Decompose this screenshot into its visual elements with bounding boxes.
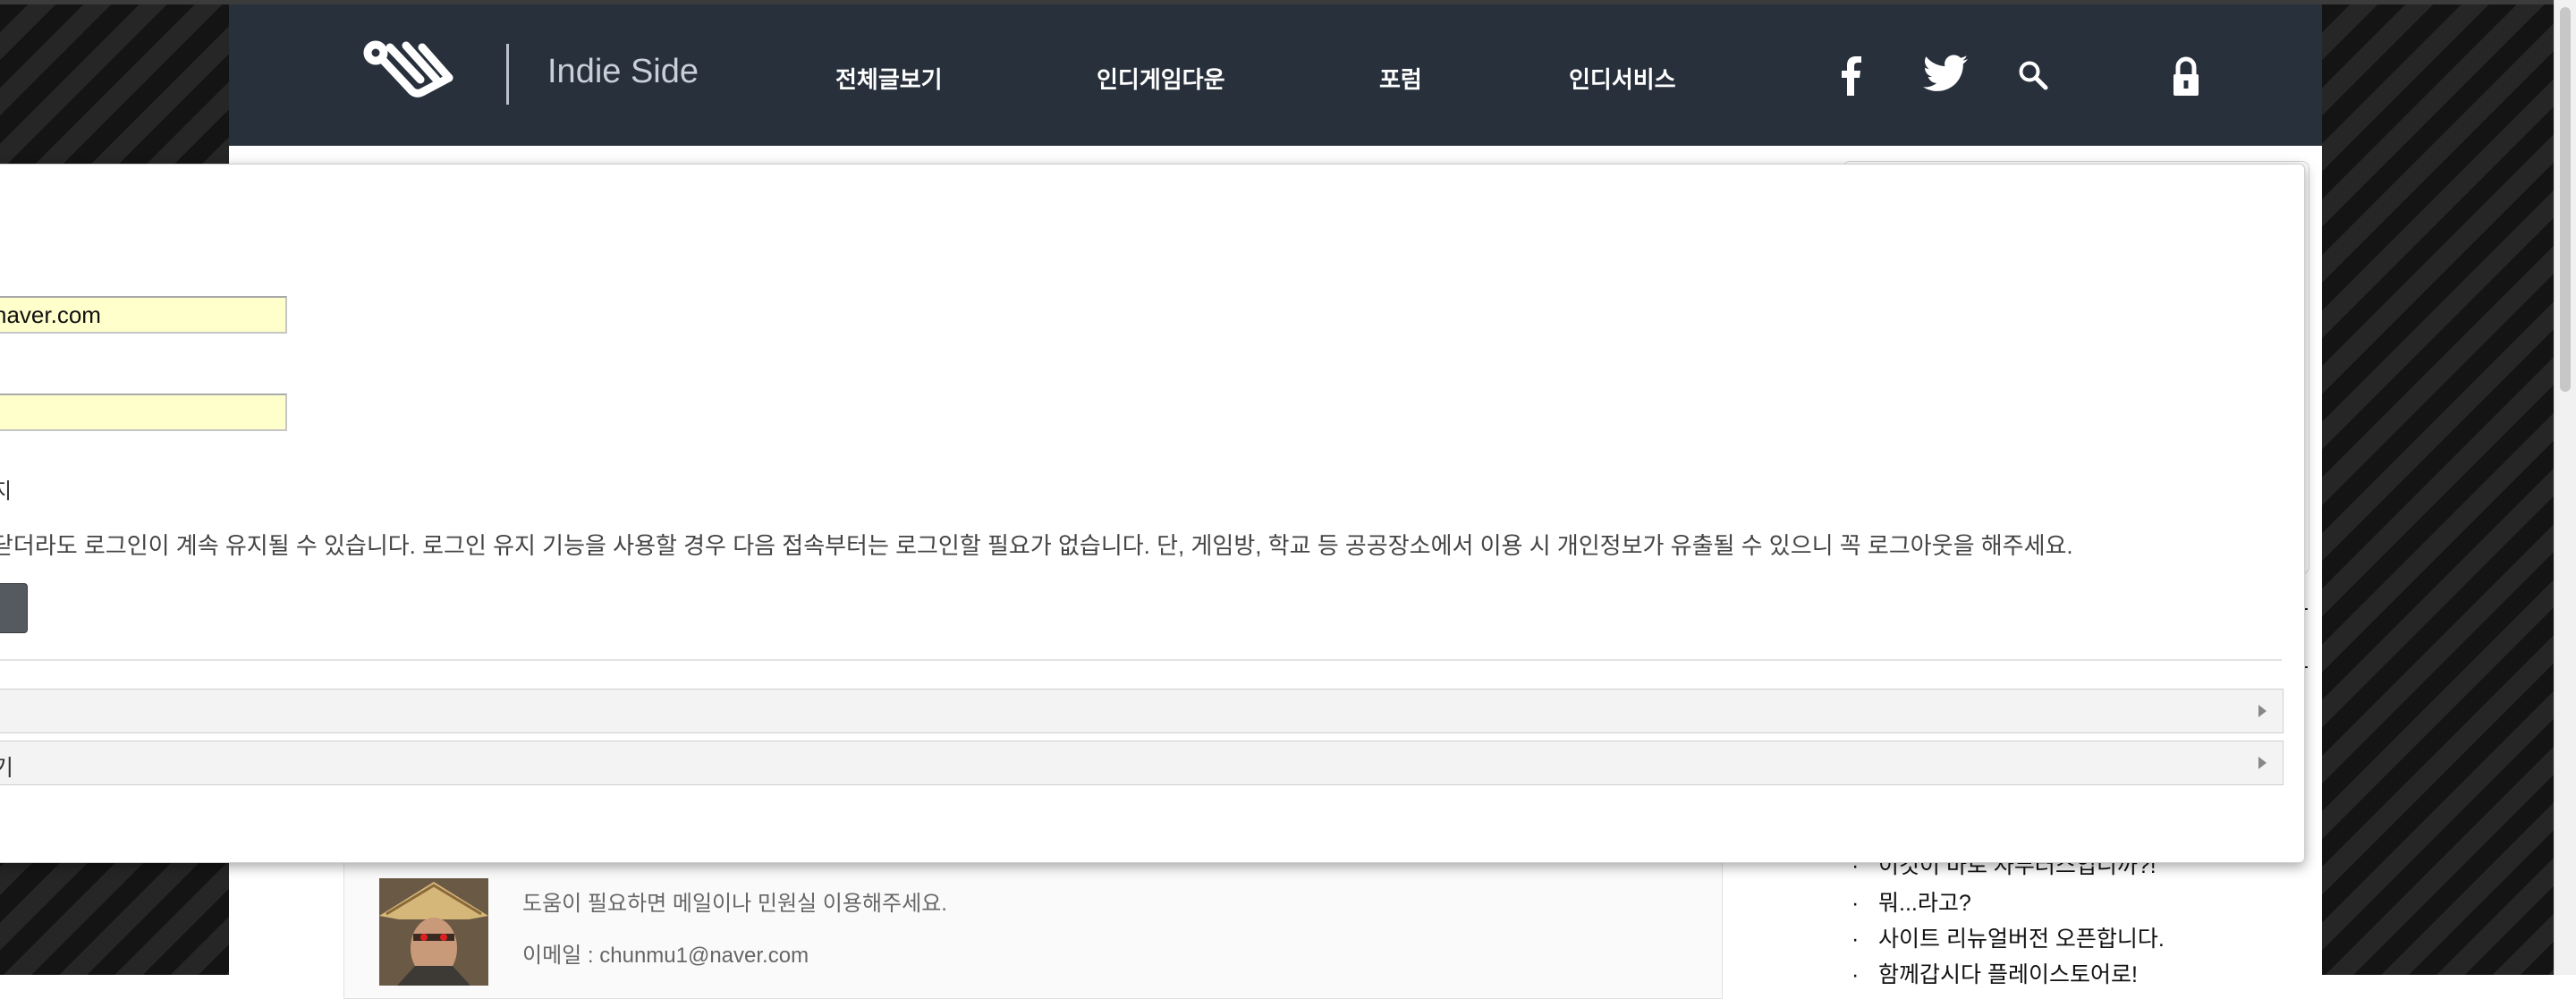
accordion-item[interactable] [0, 689, 2284, 733]
keep-login-label[interactable]: 지 [0, 473, 12, 504]
email-input[interactable] [0, 301, 285, 329]
keep-login-notice: 닫더라도 로그인이 계속 유지될 수 있습니다. 로그인 유지 기능을 사용할 … [0, 532, 2073, 559]
site-header: Indie Side 전체글보기 인디게임다운 포럼 인디서비스 [229, 4, 2322, 146]
page-background-right [2322, 4, 2554, 975]
password-input[interactable] [0, 399, 285, 427]
chevron-right-icon [2258, 757, 2267, 769]
accordion-item[interactable]: 기 [0, 741, 2284, 785]
search-icon[interactable] [2018, 60, 2048, 94]
password-field[interactable] [0, 394, 287, 431]
vertical-scrollbar[interactable] [2554, 0, 2576, 975]
post-title[interactable]: 뭐...라고? [1878, 891, 1971, 916]
nav-forum[interactable]: 포럼 [1379, 62, 1422, 95]
email-field[interactable] [0, 296, 287, 334]
post-title[interactable]: 함께갑시다 플레이스토어로! [1878, 962, 2138, 987]
site-logo-icon[interactable] [363, 38, 460, 106]
profile-help-text: 도움이 필요하면 메일이나 민원실 이용해주세요. [522, 892, 947, 916]
twitter-icon[interactable] [1923, 55, 1968, 96]
logo-divider [506, 44, 509, 105]
login-modal: 지 닫더라도 로그인이 계속 유지될 수 있습니다. 로그인 유지 기능을 사용… [0, 164, 2305, 863]
avatar [379, 878, 488, 986]
list-item[interactable]: · 사이트 리뉴얼버전 오픈합니다. [1852, 921, 2165, 953]
nav-indie-game-download[interactable]: 인디게임다운 [1097, 62, 1225, 95]
lock-icon[interactable] [2172, 56, 2200, 101]
modal-divider [0, 659, 2282, 661]
list-item[interactable]: · 함께갑시다 플레이스토어로! [1852, 957, 2138, 989]
post-title[interactable]: 사이트 리뉴얼버전 오픈합니다. [1878, 927, 2165, 952]
profile-email-text: 이메일 : chunmu1@naver.com [522, 944, 809, 968]
accordion-label: 기 [0, 756, 14, 781]
nav-indie-service[interactable]: 인디서비스 [1569, 62, 1676, 95]
site-brand-name[interactable]: Indie Side [547, 53, 699, 91]
chevron-right-icon [2258, 705, 2267, 717]
author-profile-box [343, 854, 1723, 999]
nav-all-posts[interactable]: 전체글보기 [835, 62, 943, 95]
facebook-icon[interactable] [1839, 56, 1862, 99]
list-item[interactable]: · 뭐...라고? [1852, 885, 1971, 918]
login-button[interactable] [0, 583, 28, 633]
scrollbar-thumb[interactable] [2560, 7, 2571, 392]
